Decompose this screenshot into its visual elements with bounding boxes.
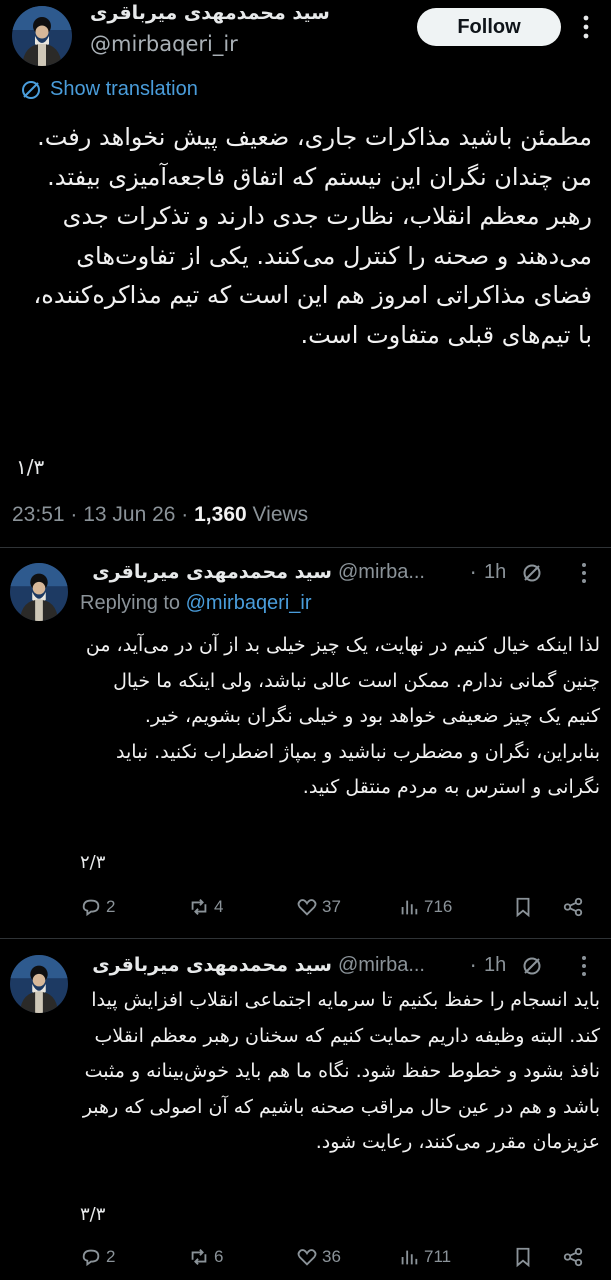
views-icon xyxy=(401,1250,418,1265)
share-button[interactable] xyxy=(562,1246,584,1268)
like-button[interactable]: 36 xyxy=(296,1246,341,1268)
views-count: 1,360 xyxy=(194,503,247,526)
tweet-text: مطمئن باشید مذاکرات جاری، ضعیف پیش نخواه… xyxy=(33,123,592,349)
reply-actions: 2 4 37 716 xyxy=(80,896,600,926)
avatar-portrait-icon xyxy=(12,6,72,66)
author-name[interactable]: سید محمدمهدی میرباقری xyxy=(90,2,330,24)
views-button[interactable]: 716 xyxy=(398,896,452,918)
reply-count: 2 xyxy=(106,897,116,916)
reply-text: لذا اینکه خیال کنیم در نهایت، یک چیز خیل… xyxy=(85,634,600,798)
views-label: Views xyxy=(246,503,309,526)
replying-to: Replying to @mirbaqeri_ir xyxy=(80,592,312,615)
thread-counter: ۲/۳ xyxy=(80,852,106,873)
replying-handle-link[interactable]: @mirbaqeri_ir xyxy=(186,592,312,614)
retweet-count: 4 xyxy=(214,897,224,916)
more-icon[interactable] xyxy=(574,953,594,979)
bookmark-button[interactable] xyxy=(512,1246,534,1268)
views-count: 711 xyxy=(424,1247,452,1266)
retweet-icon xyxy=(191,899,207,915)
reply-button[interactable]: 2 xyxy=(80,1246,115,1268)
reply-button[interactable]: 2 xyxy=(80,896,115,918)
bookmark-icon xyxy=(516,897,530,918)
divider xyxy=(0,938,611,939)
reply-handle[interactable]: @mirba... xyxy=(338,561,425,584)
like-count: 36 xyxy=(322,1247,341,1266)
reply-avatar[interactable] xyxy=(10,955,68,1013)
separator-dot: · xyxy=(470,561,477,585)
more-icon[interactable] xyxy=(574,560,594,586)
reply-actions: 2 6 36 711 xyxy=(80,1246,600,1276)
reply-icon xyxy=(82,1249,100,1267)
like-count: 37 xyxy=(322,897,341,916)
views-icon xyxy=(401,900,418,915)
reply-time[interactable]: 1h xyxy=(484,561,506,584)
reply-author-name[interactable]: سید محمدمهدی میرباقری xyxy=(82,561,332,583)
translate-icon xyxy=(22,80,40,99)
tweet-time[interactable]: 23:51 · 13 Jun 26 · xyxy=(12,503,194,526)
author-handle[interactable]: @mirbaqeri_ir xyxy=(90,32,238,56)
avatar-portrait-icon xyxy=(10,563,68,621)
author-avatar[interactable] xyxy=(12,6,72,66)
retweet-button[interactable]: 4 xyxy=(188,896,223,918)
like-icon xyxy=(297,1249,317,1266)
more-icon[interactable] xyxy=(574,12,598,42)
like-button[interactable]: 37 xyxy=(296,896,341,918)
thread-counter: ۱/۳ xyxy=(16,455,45,479)
reply-avatar[interactable] xyxy=(10,563,68,621)
share-icon xyxy=(563,897,583,917)
bookmark-button[interactable] xyxy=(512,896,534,918)
show-translation-link[interactable]: Show translation xyxy=(20,78,198,101)
reply-icon xyxy=(82,899,100,917)
reply-time[interactable]: 1h xyxy=(484,954,506,977)
retweet-button[interactable]: 6 xyxy=(188,1246,223,1268)
translate-icon xyxy=(523,957,541,975)
share-button[interactable] xyxy=(562,896,584,918)
like-icon xyxy=(297,899,317,916)
translate-icon xyxy=(523,564,541,582)
reply-author-name[interactable]: سید محمدمهدی میرباقری xyxy=(82,954,332,976)
follow-button[interactable]: Follow xyxy=(417,8,561,46)
avatar-portrait-icon xyxy=(10,955,68,1013)
views-button[interactable]: 711 xyxy=(398,1246,451,1268)
divider xyxy=(0,547,611,548)
reply-handle[interactable]: @mirba... xyxy=(338,954,425,977)
retweet-count: 6 xyxy=(214,1247,224,1266)
tweet-meta: 23:51 · 13 Jun 26 · 1,360 Views xyxy=(12,503,308,527)
replying-prefix: Replying to xyxy=(80,592,186,614)
retweet-icon xyxy=(191,1249,207,1265)
bookmark-icon xyxy=(516,1247,530,1268)
views-count: 716 xyxy=(424,897,453,916)
show-translation-label: Show translation xyxy=(50,78,198,100)
reply-count: 2 xyxy=(106,1247,116,1266)
share-icon xyxy=(563,1247,583,1267)
separator-dot: · xyxy=(470,954,477,978)
thread-counter: ۳/۳ xyxy=(80,1204,106,1225)
reply-text: باید انسجام را حفظ بکنیم تا سرمایه اجتما… xyxy=(82,989,600,1153)
